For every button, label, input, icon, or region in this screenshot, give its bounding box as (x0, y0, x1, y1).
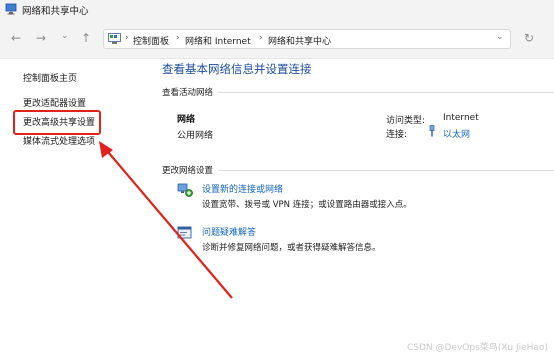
refresh-icon[interactable]: ↻ (524, 31, 534, 45)
ethernet-icon (429, 125, 435, 137)
access-type-label: 访问类型: (386, 116, 426, 126)
breadcrumb-network-internet[interactable]: 网络和 Internet (185, 34, 251, 47)
highlight-box (13, 110, 101, 135)
breadcrumb-separator: › (176, 33, 180, 43)
recent-locations-chevron-icon[interactable]: ⌄ (61, 31, 69, 41)
troubleshoot-icon (177, 226, 192, 239)
page-title: 查看基本网络信息并设置连接 (162, 62, 312, 76)
change-settings-label: 更改网络设置 (162, 166, 214, 176)
section-divider (218, 170, 554, 171)
sidebar-item-adapter-settings[interactable]: 更改适配器设置 (23, 96, 86, 109)
network-center-icon (5, 3, 17, 15)
setup-connection-link[interactable]: 设置新的连接或网络 (202, 182, 283, 195)
breadcrumb-separator: › (259, 33, 263, 43)
breadcrumb-separator: › (125, 33, 129, 43)
up-arrow-icon[interactable]: ↑ (81, 31, 91, 45)
sidebar-item-media-streaming[interactable]: 媒体流式处理选项 (23, 134, 95, 147)
back-arrow-icon[interactable]: ← (11, 31, 21, 45)
section-divider (218, 92, 554, 93)
control-panel-icon (108, 33, 121, 44)
setup-connection-desc: 设置宽带、拨号或 VPN 连接；或设置路由器或接入点。 (202, 200, 412, 210)
network-setup-icon (177, 183, 193, 197)
ethernet-link[interactable]: 以太网 (443, 127, 470, 140)
watermark: CSDN @DevOps菜鸟(Xu JieHao) (406, 343, 548, 353)
address-dropdown-chevron-icon[interactable]: ⌄ (496, 32, 504, 42)
troubleshoot-desc: 诊断并修复网络问题，或者获得疑难解答信息。 (202, 243, 381, 253)
access-type-value: Internet (443, 113, 479, 123)
forward-arrow-icon[interactable]: → (36, 31, 46, 45)
window-title: 网络和共享中心 (22, 6, 89, 17)
network-type-link[interactable]: 公用网络 (177, 128, 213, 141)
sidebar-item-control-panel-home[interactable]: 控制面板主页 (23, 71, 77, 84)
breadcrumb-control-panel[interactable]: 控制面板 (133, 34, 169, 47)
network-name: 网络 (177, 115, 196, 125)
active-networks-label: 查看活动网络 (162, 88, 214, 98)
breadcrumb-network-sharing-center[interactable]: 网络和共享中心 (268, 34, 331, 47)
troubleshoot-link[interactable]: 问题疑难解答 (202, 225, 256, 238)
annotation-arrow-head (99, 141, 113, 158)
connections-label: 连接: (386, 130, 408, 140)
